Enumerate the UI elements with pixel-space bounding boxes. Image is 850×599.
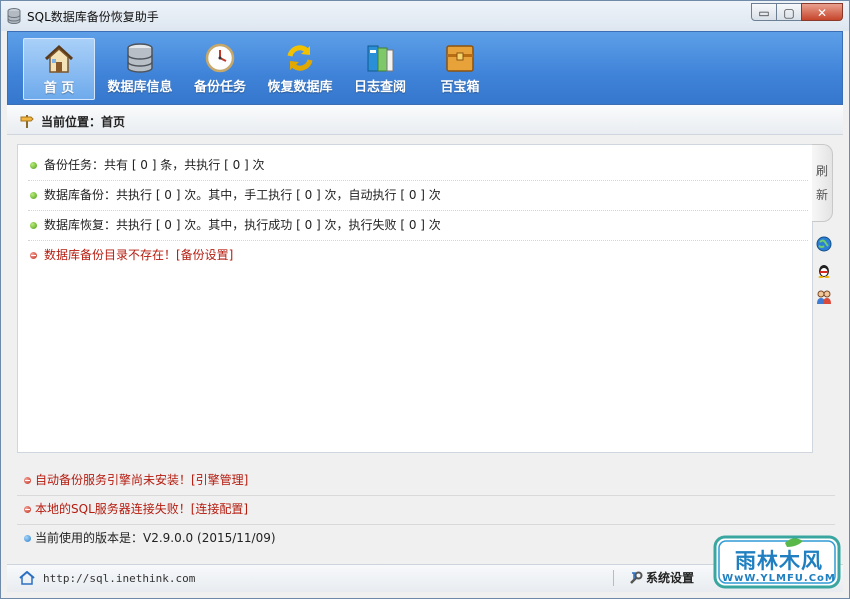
- database-app-icon: [7, 8, 21, 24]
- backup-dir-missing-link[interactable]: 数据库备份目录不存在！[备份设置]: [44, 241, 233, 270]
- tab-log-view-label: 日志查阅: [353, 80, 406, 95]
- status-error-icon: [24, 506, 31, 513]
- version-info: 当前使用的版本是：V2.9.0.0 (2015/11/09): [35, 531, 276, 545]
- tab-restore-database[interactable]: 恢复数据库: [264, 38, 336, 100]
- summary-panel: 备份任务：共有 [ 0 ] 条，共执行 [ 0 ] 次 数据库备份：共执行 [ …: [17, 144, 813, 453]
- window-title: SQL数据库备份恢复助手: [27, 10, 159, 24]
- tab-backup-tasks[interactable]: 备份任务: [184, 38, 256, 100]
- qq-penguin-icon[interactable]: [816, 262, 832, 278]
- list-item[interactable]: 自动备份服务引擎尚未安装！[引擎管理]: [17, 466, 835, 496]
- list-item: 备份任务：共有 [ 0 ] 条，共执行 [ 0 ] 次: [28, 151, 808, 181]
- maximize-button[interactable]: ▢: [776, 3, 802, 21]
- status-error-icon: [30, 252, 37, 259]
- watermark-text: 雨林木风: [735, 549, 823, 573]
- main-toolbar: 首 页 数据库信息 备份任务 恢复数据库 日志查阅 百宝箱: [7, 31, 843, 105]
- wrench-icon: [630, 571, 643, 584]
- close-icon: ✕: [816, 6, 828, 20]
- sql-connection-failed-link[interactable]: 本地的SQL服务器连接失败！[连接配置]: [35, 495, 248, 524]
- tab-restore-database-label: 恢复数据库: [267, 80, 333, 95]
- list-item: 数据库备份：共执行 [ 0 ] 次。其中，手工执行 [ 0 ] 次，自动执行 […: [28, 181, 808, 211]
- refresh-arrows-icon: [287, 45, 313, 71]
- location-text: 当前位置：首页: [41, 115, 126, 129]
- tab-toolbox-label: 百宝箱: [440, 80, 480, 95]
- list-item[interactable]: 本地的SQL服务器连接失败！[连接配置]: [17, 495, 835, 525]
- website-link[interactable]: http://sql.inethink.com: [43, 572, 195, 585]
- app-window: SQL数据库备份恢复助手 ▭ ▢ ✕ 首 页 数据库信息 备份任务 恢复数据库 …: [0, 0, 850, 599]
- tab-database-info[interactable]: 数据库信息: [104, 38, 176, 100]
- home-icon: [44, 44, 74, 73]
- tab-log-view[interactable]: 日志查阅: [344, 38, 416, 100]
- clock-icon: [205, 43, 235, 73]
- tab-database-info-label: 数据库信息: [107, 80, 173, 95]
- tab-backup-tasks-label: 备份任务: [193, 80, 246, 95]
- watermark-subtext: WwW.YLMFU.CoM: [722, 573, 836, 584]
- users-icon[interactable]: [816, 289, 832, 305]
- refresh-label-1: 刷: [815, 164, 828, 178]
- status-ok-icon: [30, 162, 37, 169]
- tab-home[interactable]: 首 页: [23, 38, 95, 100]
- engine-not-installed-link[interactable]: 自动备份服务引擎尚未安装！[引擎管理]: [35, 466, 248, 495]
- refresh-label-2: 新: [815, 188, 828, 202]
- status-ok-icon: [30, 222, 37, 229]
- close-button[interactable]: ✕: [801, 3, 843, 21]
- treasure-box-icon: [446, 45, 474, 72]
- window-controls: ▭ ▢ ✕: [751, 3, 843, 22]
- backup-task-summary: 备份任务：共有 [ 0 ] 条，共执行 [ 0 ] 次: [44, 158, 265, 172]
- maximize-icon: ▢: [783, 6, 795, 20]
- list-item: 数据库恢复：共执行 [ 0 ] 次。其中，执行成功 [ 0 ] 次，执行失败 […: [28, 211, 808, 241]
- system-settings-button[interactable]: 系统设置: [629, 569, 694, 586]
- database-backup-summary: 数据库备份：共执行 [ 0 ] 次。其中，手工执行 [ 0 ] 次，自动执行 […: [44, 188, 441, 202]
- minimize-icon: ▭: [758, 6, 770, 20]
- location-bar: 当前位置：首页: [7, 105, 843, 135]
- status-error-icon: [24, 477, 31, 484]
- home-link-icon[interactable]: [19, 571, 35, 585]
- database-restore-summary: 数据库恢复：共执行 [ 0 ] 次。其中，执行成功 [ 0 ] 次，执行失败 […: [44, 218, 441, 232]
- refresh-button[interactable]: 刷 新: [812, 144, 833, 222]
- title-bar[interactable]: SQL数据库备份恢复助手 ▭ ▢ ✕: [1, 1, 849, 31]
- books-icon: [367, 45, 394, 72]
- database-icon: [127, 43, 153, 73]
- status-ok-icon: [30, 192, 37, 199]
- tab-home-label: 首 页: [43, 81, 75, 96]
- list-item[interactable]: 数据库备份目录不存在！[备份设置]: [28, 241, 808, 270]
- minimize-button[interactable]: ▭: [751, 3, 777, 21]
- footer-divider: [613, 570, 614, 586]
- system-settings-label: 系统设置: [646, 571, 695, 585]
- globe-icon[interactable]: [816, 236, 832, 252]
- status-info-icon: [24, 535, 31, 542]
- tab-toolbox[interactable]: 百宝箱: [424, 38, 496, 100]
- signpost-icon: [20, 115, 34, 128]
